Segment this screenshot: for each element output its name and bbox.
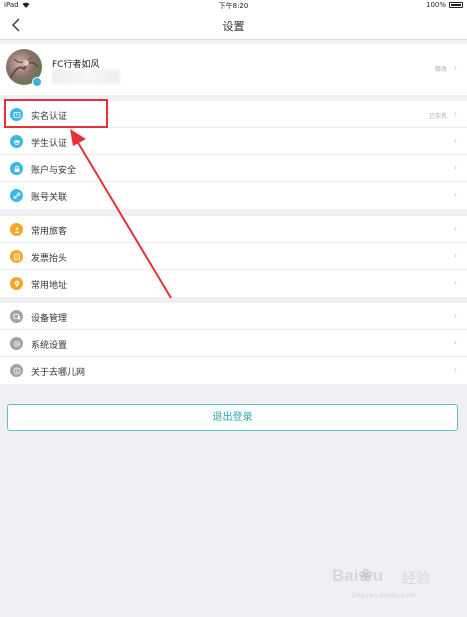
row-label: 发票抬头	[31, 254, 68, 264]
profile-edit-label: 修改	[434, 66, 447, 73]
row-status-text: 已实名	[428, 113, 447, 120]
profile-name: FC行者如风	[52, 60, 100, 70]
row-account-security[interactable]: 账户与安全 ›	[0, 155, 467, 182]
chevron-right-icon: ›	[453, 311, 457, 320]
baidu-watermark: Bai❀u 经验 jingyan.baidu.com	[332, 562, 442, 606]
chevron-right-icon: ›	[453, 109, 457, 118]
row-system-settings[interactable]: 系统设置 ›	[0, 330, 467, 357]
invoice-icon	[10, 250, 23, 263]
row-invoice-title[interactable]: 发票抬头 ›	[0, 243, 467, 270]
chevron-right-icon: ›	[453, 338, 457, 347]
profile-sub-blurred	[52, 70, 120, 84]
row-label: 设备管理	[31, 314, 68, 324]
row-label: 学生认证	[31, 139, 68, 149]
chevron-right-icon: ›	[453, 63, 457, 72]
row-label: 常用旅客	[31, 227, 68, 237]
location-icon	[10, 277, 23, 290]
row-label: 常用地址	[31, 281, 68, 291]
row-label: 系统设置	[31, 341, 68, 351]
chevron-right-icon: ›	[453, 365, 457, 374]
logout-button[interactable]: 退出登录	[7, 404, 458, 431]
page-title: 设置	[222, 20, 245, 33]
gear-icon	[10, 337, 23, 350]
status-time: 下午8:20	[218, 2, 249, 10]
chevron-right-icon: ›	[453, 278, 457, 287]
traveler-icon	[10, 223, 23, 236]
info-icon	[10, 364, 23, 377]
status-right: 100%	[426, 1, 463, 9]
chevron-right-icon: ›	[453, 251, 457, 260]
row-frequent-addresses[interactable]: 常用地址 ›	[0, 270, 467, 297]
row-frequent-travelers[interactable]: 常用旅客 ›	[0, 216, 467, 243]
chevron-right-icon: ›	[453, 224, 457, 233]
row-real-name-auth[interactable]: 实名认证 已实名 ›	[0, 101, 467, 128]
battery-percent: 100%	[425, 1, 446, 9]
row-label: 账号关联	[31, 193, 68, 203]
watermark-text: 经验	[402, 571, 430, 587]
nav-bar: 设置	[0, 11, 467, 40]
settings-group-system: 设备管理 › 系统设置 › 关于去哪儿网 ›	[0, 303, 467, 384]
row-label: 实名认证	[31, 112, 68, 122]
id-card-icon	[10, 108, 23, 121]
link-icon	[10, 189, 23, 202]
watermark-logo: Bai❀u	[332, 566, 384, 585]
profile-card[interactable]: FC行者如风 修改 ›	[0, 44, 467, 95]
row-device-management[interactable]: 设备管理 ›	[0, 303, 467, 330]
status-bar: iPad 下午8:20 100%	[0, 0, 467, 11]
chevron-right-icon: ›	[453, 136, 457, 145]
settings-group-account: 实名认证 已实名 › 学生认证 › 账户与安全 › 账号关联 ›	[0, 101, 467, 209]
battery-icon	[449, 2, 463, 8]
row-account-link[interactable]: 账号关联 ›	[0, 182, 467, 209]
row-label: 账户与安全	[31, 166, 77, 176]
chevron-right-icon: ›	[453, 190, 457, 199]
row-about[interactable]: 关于去哪儿网 ›	[0, 357, 467, 384]
chevron-right-icon: ›	[453, 163, 457, 172]
lock-icon	[10, 162, 23, 175]
device-icon	[10, 310, 23, 323]
settings-group-travel: 常用旅客 › 发票抬头 › 常用地址 ›	[0, 216, 467, 297]
student-icon	[10, 135, 23, 148]
row-label: 关于去哪儿网	[31, 368, 86, 378]
row-student-auth[interactable]: 学生认证 ›	[0, 128, 467, 155]
watermark-url: jingyan.baidu.com	[352, 592, 416, 599]
verified-badge-icon	[32, 77, 42, 87]
